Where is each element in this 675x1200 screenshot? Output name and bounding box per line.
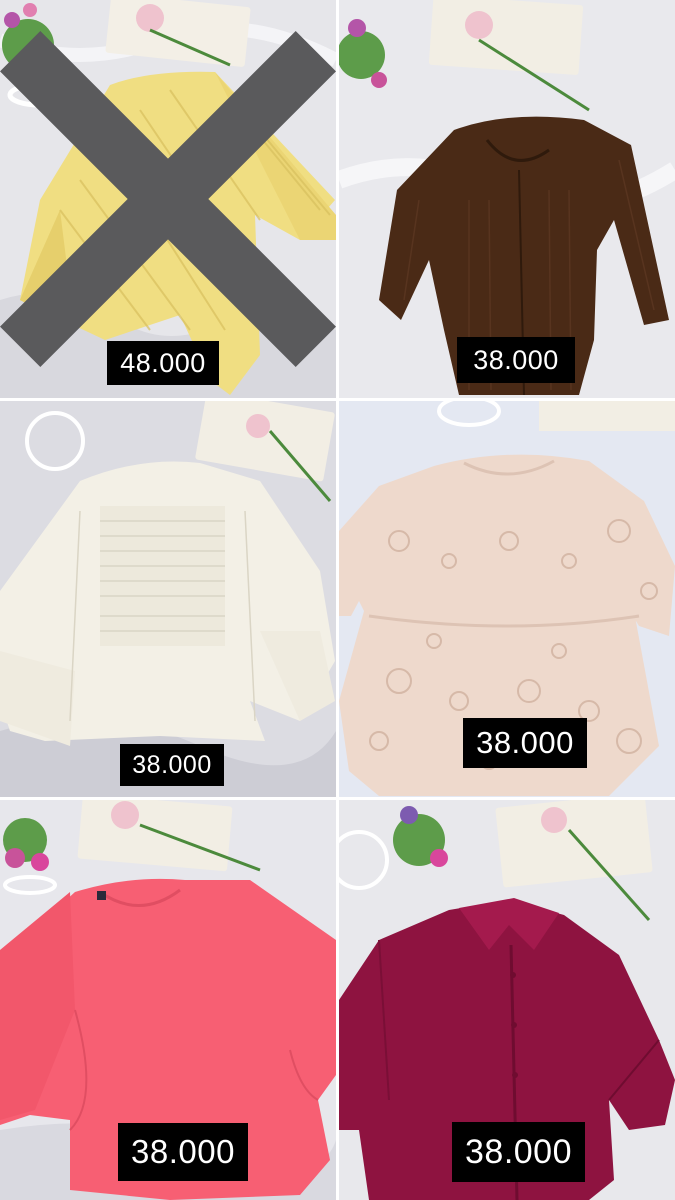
divider-vertical	[336, 0, 339, 1200]
white-blouse-photo	[0, 401, 336, 797]
price-tag: 38.000	[120, 744, 224, 786]
divider-horizontal	[0, 797, 675, 800]
price-tag: 38.000	[118, 1123, 248, 1181]
price-tag: 38.000	[452, 1122, 585, 1182]
x-cross-icon	[0, 31, 336, 367]
product-card-white-blouse[interactable]: 38.000	[0, 401, 336, 797]
divider-horizontal	[0, 398, 675, 401]
price-tag: 38.000	[457, 337, 575, 383]
product-card-yellow-cardigan[interactable]: 48.000	[0, 0, 336, 398]
product-card-burgundy-shirt[interactable]: 38.000	[339, 800, 675, 1200]
product-card-brown-top[interactable]: 38.000	[339, 0, 675, 398]
price-tag: 38.000	[463, 718, 587, 768]
price-tag: 48.000	[107, 341, 219, 385]
product-card-pink-peplum[interactable]: 38.000	[339, 401, 675, 797]
product-card-coral-top[interactable]: 38.000	[0, 800, 336, 1200]
product-grid: 48.000 38.000 38.000 38.000 38.000 38.00…	[0, 0, 675, 1200]
